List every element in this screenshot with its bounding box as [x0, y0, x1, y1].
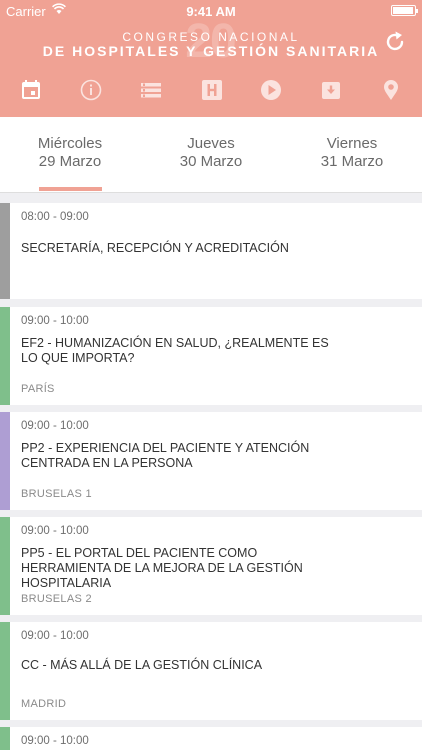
session-title: EF2 - HUMANIZACIÓN EN SALUD, ¿REALMENTE … [21, 336, 329, 365]
selected-indicator [39, 187, 102, 191]
session-title: SECRETARÍA, RECEPCIÓN Y ACREDITACIÓN [21, 241, 289, 255]
day-name: Miércoles [37, 135, 103, 152]
battery-icon [391, 5, 418, 16]
play-icon[interactable] [259, 78, 283, 102]
session-card[interactable]: 08:00 - 09:00 SECRETARÍA, RECEPCIÓN Y AC… [0, 203, 422, 299]
calendar-icon[interactable] [19, 78, 43, 102]
refresh-icon[interactable] [383, 30, 407, 54]
session-card[interactable]: 09:00 - 10:00 PP5 - EL PORTAL DEL PACIEN… [0, 517, 422, 615]
session-list: 08:00 - 09:00 SECRETARÍA, RECEPCIÓN Y AC… [0, 200, 422, 750]
session-time: 09:00 - 10:00 [21, 315, 89, 327]
track-color-bar [0, 622, 10, 720]
track-color-bar [0, 517, 10, 615]
session-card[interactable]: 09:00 - 10:00 CC - MÁS ALLÁ DE LA GESTIÓ… [0, 622, 422, 720]
session-time: 09:00 - 10:00 [21, 630, 89, 642]
session-title: PP2 - EXPERIENCIA DEL PACIENTE Y ATENCIÓ… [21, 441, 310, 470]
archive-icon[interactable] [319, 78, 343, 102]
info-icon[interactable] [79, 78, 103, 102]
day-name: Jueves [187, 135, 235, 152]
day-tabs: Miércoles 29 Marzo Jueves 30 Marzo Viern… [0, 117, 422, 193]
session-time: 09:00 - 10:00 [21, 735, 89, 747]
track-color-bar [0, 412, 10, 510]
session-card[interactable]: 09:00 - 10:00 EF2 - HUMANIZACIÓN EN SALU… [0, 307, 422, 405]
location-icon[interactable] [379, 78, 403, 102]
section-nav [0, 78, 422, 106]
track-color-bar [0, 307, 10, 405]
session-title: PP5 - EL PORTAL DEL PACIENTE COMO HERRAM… [21, 546, 303, 590]
session-title: CC - MÁS ALLÁ DE LA GESTIÓN CLÍNICA [21, 658, 263, 672]
day-name: Viernes [326, 135, 378, 152]
tab-day-friday[interactable]: Viernes 31 Marzo [282, 117, 422, 193]
day-date: 29 Marzo [38, 153, 102, 170]
list-icon[interactable] [139, 78, 163, 102]
session-room: PARÍS [21, 383, 55, 395]
session-room: BRUSELAS 2 [21, 593, 92, 605]
session-room: MADRID [21, 698, 67, 710]
tab-day-wednesday[interactable]: Miércoles 29 Marzo [0, 117, 140, 193]
app-title-line2: DE HOSPITALES Y GESTIÓN SANITARIA [42, 43, 380, 59]
session-time: 08:00 - 09:00 [21, 211, 89, 223]
track-color-bar [0, 727, 10, 750]
session-card[interactable]: 09:00 - 10:00 [0, 727, 422, 750]
day-date: 30 Marzo [179, 153, 243, 170]
session-room: BRUSELAS 1 [21, 488, 92, 500]
session-card[interactable]: 09:00 - 10:00 PP2 - EXPERIENCIA DEL PACI… [0, 412, 422, 510]
day-date: 31 Marzo [320, 153, 384, 170]
tab-day-thursday[interactable]: Jueves 30 Marzo [141, 117, 281, 193]
app-header: Carrier 9:41 AM 20 CONGRESO NACIONAL DE … [0, 0, 422, 117]
app-title-line1: CONGRESO NACIONAL [122, 30, 300, 44]
session-time: 09:00 - 10:00 [21, 525, 89, 537]
hospital-icon[interactable] [200, 78, 224, 102]
session-time: 09:00 - 10:00 [21, 420, 89, 432]
track-color-bar [0, 203, 10, 299]
